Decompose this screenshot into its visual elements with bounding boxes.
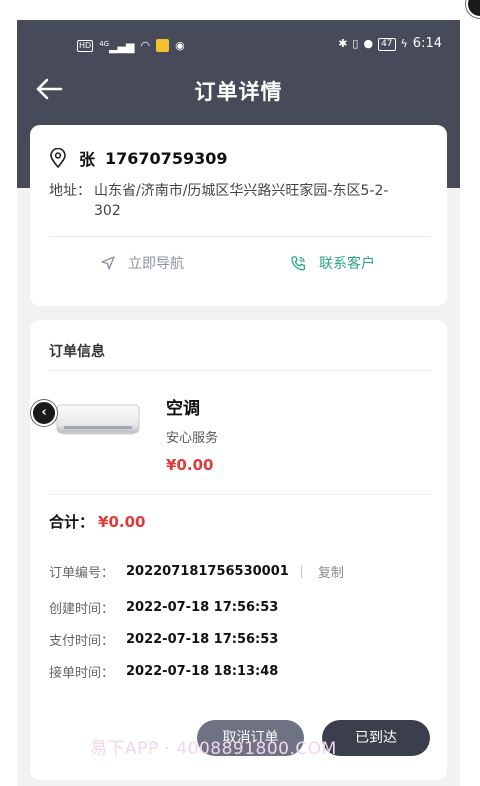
clock-time: 6:14 (412, 36, 442, 51)
product-service: 安心服务 (166, 431, 219, 446)
signal-icon: 4G▂▄▆ (99, 40, 135, 54)
network-type-label: 4G (99, 40, 110, 48)
order-total: 合计： ¥0.00 (49, 511, 145, 532)
navigate-button[interactable]: 立即导航 (100, 253, 184, 273)
page-title: 订单详情 (194, 80, 283, 104)
accept-time-row: 接单时间： 2022-07-18 18:13:48 (49, 662, 278, 681)
location-icon: ● (363, 37, 374, 50)
order-info-title: 订单信息 (49, 344, 105, 360)
contact-row: 张 17670759309 (49, 146, 227, 170)
app-screen: HD 4G▂▄▆ ◠ ◉ ✱ ▯ ● 47 ϟ 6:14 订单详情 张 1767… (17, 20, 460, 786)
location-share-icon: ◉ (175, 38, 185, 52)
wifi-icon: ◠ (140, 38, 151, 52)
product-price: ¥0.00 (166, 456, 214, 474)
navigation-arrow-icon (101, 256, 115, 270)
total-value: ¥0.00 (98, 513, 146, 531)
address-text: 山东省/济南市/历城区华兴路兴旺家园-东区5-2-302 (94, 183, 389, 219)
create-time-row: 创建时间： 2022-07-18 17:56:53 (49, 598, 278, 617)
accept-time-value: 2022-07-18 18:13:48 (126, 664, 279, 679)
status-right: ✱ ▯ ● 47 ϟ 6:14 (338, 37, 442, 51)
floating-back-button[interactable]: ‹ (31, 400, 57, 426)
copy-separator (300, 565, 302, 578)
divider (49, 494, 431, 495)
navigation-bar: 订单详情 (17, 70, 460, 110)
order-number-value: 202207181756530001 (126, 564, 289, 579)
create-time-value: 2022-07-18 17:56:53 (126, 600, 279, 615)
arrived-button[interactable]: 已到达 (322, 720, 430, 756)
order-number-label: 订单编号： (49, 566, 115, 581)
app-notification-icon (156, 39, 170, 53)
contact-customer-button[interactable]: 联系客户 (290, 253, 375, 273)
location-pin-icon (50, 148, 66, 168)
create-time-label: 创建时间： (49, 602, 115, 617)
product-name: 空调 (166, 399, 200, 419)
total-label: 合计： (49, 513, 95, 531)
bluetooth-icon: ✱ (338, 37, 348, 50)
status-left: HD 4G▂▄▆ ◠ ◉ (77, 37, 185, 55)
contact-name: 张 (79, 150, 96, 169)
contact-customer-label: 联系客户 (319, 256, 375, 272)
address-line: 地址： 山东省/济南市/历城区华兴路兴旺家园-东区5-2-302 (49, 181, 389, 221)
hd-icon: HD (77, 39, 94, 52)
divider (49, 236, 431, 237)
battery-icon: 47 (378, 37, 396, 51)
floating-assist-button-corner[interactable] (466, 0, 480, 18)
watermark: 易下APP · 4008891800.COM (90, 739, 337, 759)
charging-icon: ϟ (400, 37, 408, 50)
divider (49, 370, 431, 371)
navigate-label: 立即导航 (128, 256, 184, 272)
phone-icon (291, 255, 306, 270)
air-conditioner-image (56, 404, 140, 435)
address-card: 张 17670759309 地址： 山东省/济南市/历城区华兴路兴旺家园-东区5… (30, 125, 447, 306)
order-number-row: 订单编号： 202207181756530001 复制 (49, 562, 344, 581)
copy-button[interactable]: 复制 (318, 562, 344, 581)
vibrate-icon: ▯ (352, 37, 359, 50)
accept-time-label: 接单时间： (49, 666, 115, 681)
address-label: 地址： (49, 183, 91, 199)
contact-phone: 17670759309 (105, 148, 228, 168)
order-info-card: 订单信息 空调 安心服务 ¥0.00 合计： ¥0.00 订单编号： 202207… (30, 320, 447, 780)
pay-time-label: 支付时间： (49, 634, 115, 649)
pay-time-row: 支付时间： 2022-07-18 17:56:53 (49, 630, 278, 649)
pay-time-value: 2022-07-18 17:56:53 (126, 632, 279, 647)
status-bar: HD 4G▂▄▆ ◠ ◉ ✱ ▯ ● 47 ϟ 6:14 (17, 20, 460, 70)
